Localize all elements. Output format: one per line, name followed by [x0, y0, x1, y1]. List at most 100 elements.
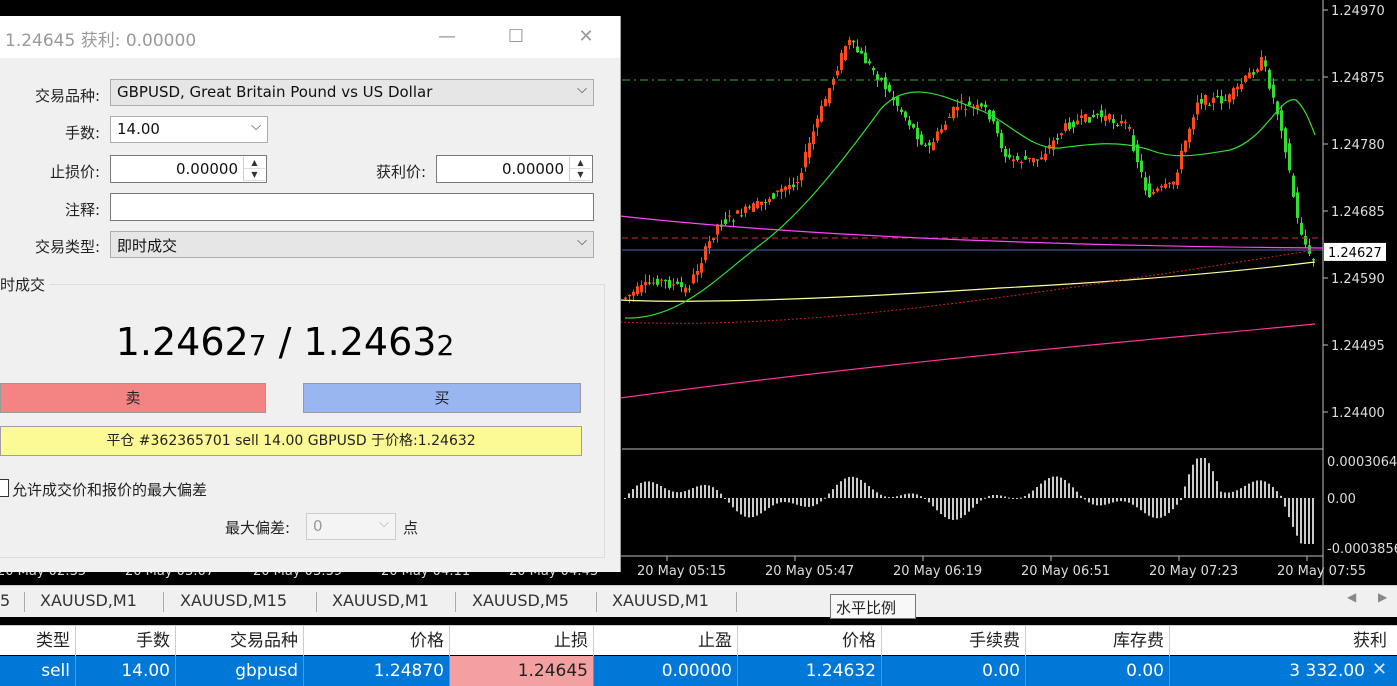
takeprofit-value: 0.00000 [501, 160, 564, 178]
column-header-current-price[interactable]: 价格 [738, 626, 882, 656]
stoploss-input[interactable]: 0.00000 ▲ ▼ [110, 155, 267, 183]
histogram-bar [1292, 498, 1294, 527]
close-position-button[interactable]: 平仓 #362365701 sell 14.00 GBPUSD 于价格:1.24… [0, 426, 582, 456]
dialog-titlebar[interactable]: 1.24645 获利: 0.00000 — ☐ ✕ [0, 16, 620, 58]
order-type-select[interactable]: 即时成交 ⌵ [110, 231, 594, 258]
sell-button[interactable]: 卖 [0, 383, 266, 413]
histogram-bar [732, 498, 734, 508]
candle-body [1012, 159, 1015, 162]
column-header-swap[interactable]: 库存费 [1026, 626, 1170, 656]
candle-body [844, 46, 847, 60]
close-icon[interactable]: ✕ [573, 24, 599, 50]
tab-chart-3[interactable]: XAUUSD,M1 [332, 591, 429, 610]
column-header-stoploss[interactable]: 止损 [450, 626, 594, 656]
candle-body [652, 282, 655, 284]
deviation-checkbox[interactable] [0, 479, 9, 497]
candle-body [924, 144, 927, 146]
scroll-right-icon[interactable]: ▶ [1378, 590, 1387, 604]
time-tick-label: 20 May 06:19 [893, 564, 982, 579]
price-tick-label: 1.24875 [1331, 71, 1385, 86]
histogram-bar [1212, 471, 1214, 498]
candle-body [996, 121, 999, 134]
histogram-bar [1088, 498, 1090, 503]
histogram-bar [940, 498, 942, 515]
candle-body [732, 220, 735, 222]
histogram-bar [1132, 498, 1134, 505]
column-header-open-price[interactable]: 价格 [304, 626, 450, 656]
candle-body [748, 206, 751, 208]
histogram-bar [860, 479, 862, 498]
candle-body [1212, 97, 1215, 103]
volume-combo[interactable]: 14.00 ⌵ [110, 116, 268, 143]
candle-body [900, 109, 903, 113]
tab-chart-4[interactable]: XAUUSD,M5 [472, 591, 569, 610]
tab-divider [163, 592, 164, 612]
dialog-title: 1.24645 获利: 0.00000 [5, 31, 197, 51]
comment-input[interactable] [110, 193, 594, 221]
histogram-bar [1148, 498, 1150, 516]
cell-stoploss[interactable]: 1.24645 [450, 656, 594, 686]
symbol-select[interactable]: GBPUSD, Great Britain Pound vs US Dollar… [110, 79, 594, 106]
takeprofit-spinner[interactable]: ▲ ▼ [569, 157, 591, 181]
tab-chart-0[interactable]: 5 [0, 591, 10, 610]
spin-up-icon[interactable]: ▲ [244, 157, 265, 169]
spin-down-icon[interactable]: ▼ [244, 169, 265, 181]
bid-price: 1.24627 [116, 320, 267, 364]
histogram-bar [1244, 485, 1246, 498]
chevron-down-icon: ⌵ [577, 82, 587, 97]
candle-body [884, 77, 887, 90]
candle-body [976, 104, 979, 109]
histogram-bar [1208, 463, 1210, 498]
tab-chart-2[interactable]: XAUUSD,M15 [180, 591, 287, 610]
column-header-commission[interactable]: 手续费 [882, 626, 1026, 656]
histogram-bar [764, 498, 766, 511]
histogram-bar [960, 498, 962, 518]
stoploss-spinner[interactable]: ▲ ▼ [243, 157, 265, 181]
histogram-bar [624, 498, 626, 499]
scroll-left-icon[interactable]: ◀ [1347, 590, 1356, 604]
histogram-bar [968, 498, 970, 512]
column-header-symbol[interactable]: 交易品种 [176, 626, 304, 656]
takeprofit-input[interactable]: 0.00000 ▲ ▼ [436, 155, 593, 183]
time-tick-label: 20 May 07:23 [1149, 564, 1238, 579]
candle-body [928, 142, 931, 146]
deviation-select[interactable]: 0 ⌵ [306, 513, 396, 540]
table-row[interactable]: sell 14.00 gbpusd 1.24870 1.24645 0.0000… [0, 656, 1397, 686]
histogram-bar [1096, 498, 1098, 506]
cell-commission: 0.00 [882, 656, 1026, 686]
candle-body [1240, 84, 1243, 90]
cell-type: sell [0, 656, 76, 686]
stoploss-label: 止损价: [49, 163, 100, 181]
column-header-profit[interactable]: 获利 [1170, 626, 1392, 656]
tab-chart-5[interactable]: XAUUSD,M1 [612, 591, 709, 610]
positions-table-header: 类型 手数 交易品种 价格 止损 止盈 价格 手续费 库存费 获利 [0, 625, 1397, 656]
column-header-type[interactable]: 类型 [0, 626, 76, 656]
candle-body [1248, 72, 1251, 79]
candle-body [1280, 110, 1283, 131]
histogram-bar [1152, 498, 1154, 518]
histogram-bar [904, 494, 906, 498]
close-position-icon[interactable]: ✕ [1372, 659, 1387, 680]
candle-body [952, 106, 955, 119]
candle-body [772, 193, 775, 199]
candle-body [744, 206, 747, 213]
cell-takeprofit[interactable]: 0.00000 [594, 656, 738, 686]
histogram-bar [800, 498, 802, 506]
candle-body [1140, 160, 1143, 172]
candle-body [824, 98, 827, 107]
spin-down-icon[interactable]: ▼ [570, 169, 591, 181]
spin-up-icon[interactable]: ▲ [570, 157, 591, 169]
bid-price-pip: 7 [248, 329, 267, 362]
tab-divider [24, 592, 25, 612]
candle-body [636, 286, 639, 295]
deviation-checkbox-label[interactable]: 允许成交价和报价的最大偏差 [12, 479, 207, 500]
symbol-label: 交易品种: [34, 87, 100, 105]
tab-chart-1[interactable]: XAUUSD,M1 [40, 591, 137, 610]
candle-body [1256, 69, 1259, 72]
maximize-icon[interactable]: ☐ [503, 24, 529, 50]
histogram-bar [916, 494, 918, 498]
column-header-volume[interactable]: 手数 [76, 626, 176, 656]
minimize-icon[interactable]: — [434, 24, 460, 50]
column-header-takeprofit[interactable]: 止盈 [594, 626, 738, 656]
buy-button[interactable]: 买 [303, 383, 581, 413]
